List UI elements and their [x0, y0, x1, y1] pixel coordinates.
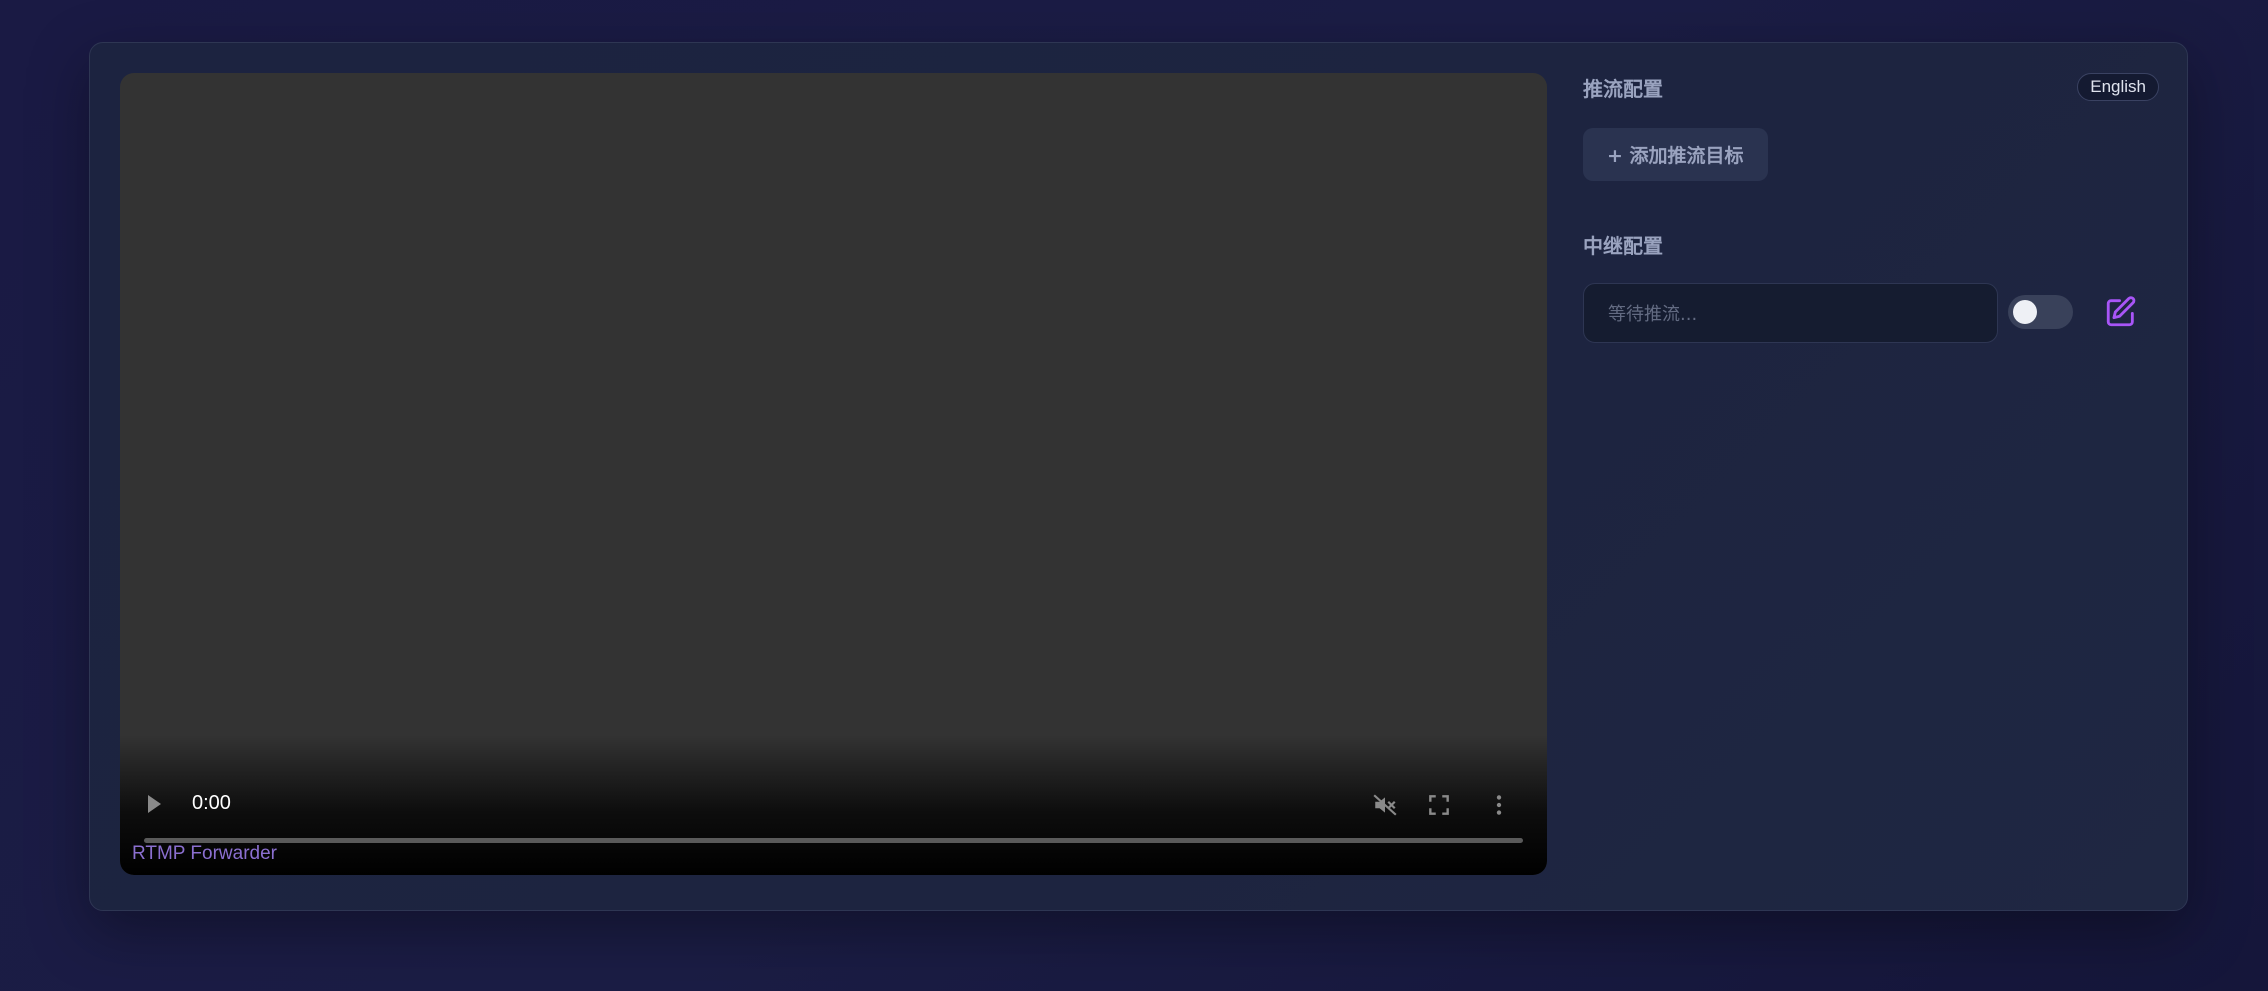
config-sidebar: 推流配置 English + 添加推流目标 中继配置 等待推流...	[1583, 73, 2159, 343]
video-caption: RTMP Forwarder	[132, 843, 277, 864]
main-panel: 0:00 RTMP Forwarder 推流配置 English + 添加推流目…	[89, 42, 2188, 911]
add-push-target-button[interactable]: + 添加推流目标	[1583, 128, 1768, 181]
relay-toggle[interactable]	[2008, 295, 2073, 329]
relay-toggle-knob	[2013, 300, 2037, 324]
video-controls-gradient	[120, 735, 1547, 875]
play-icon[interactable]	[148, 795, 161, 813]
language-toggle-button[interactable]: English	[2077, 73, 2159, 101]
fullscreen-icon[interactable]	[1426, 792, 1452, 818]
relay-url-field[interactable]: 等待推流...	[1583, 283, 1998, 343]
video-time: 0:00	[192, 792, 231, 814]
video-progress-bar[interactable]	[144, 838, 1523, 843]
volume-off-icon[interactable]	[1372, 792, 1398, 818]
video-player[interactable]: 0:00 RTMP Forwarder	[120, 73, 1547, 875]
more-vert-icon[interactable]	[1486, 792, 1512, 818]
relay-config-title: 中继配置	[1583, 234, 1663, 258]
edit-icon[interactable]	[2104, 295, 2138, 329]
push-config-title: 推流配置	[1583, 77, 1663, 101]
